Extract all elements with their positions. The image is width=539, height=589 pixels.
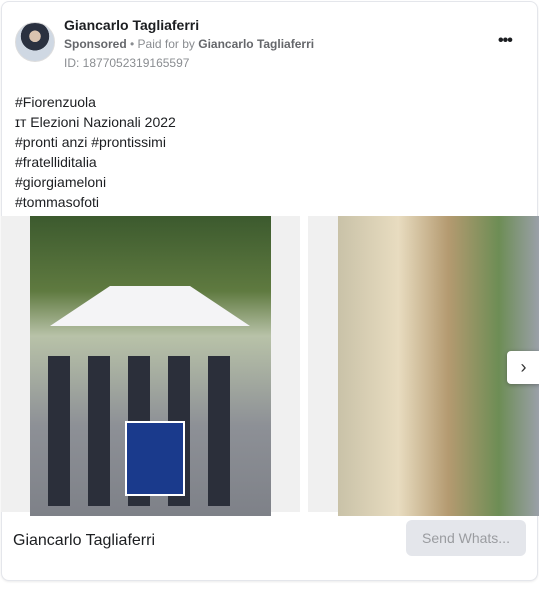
paid-prefix: • Paid for by [126,37,199,51]
body-line: #tommasofoti [15,194,100,210]
ad-body: #Fiorenzuola ɪᴛ Elezioni Nazionali 2022 … [15,92,176,212]
booth [125,421,185,496]
footer-page-name: Giancarlo Tagliaferri [13,532,155,549]
paid-by: Giancarlo Tagliaferri [198,37,315,51]
tent [50,286,250,326]
sponsored-line: Sponsored • Paid for by Giancarlo Taglia… [64,37,314,51]
body-line: #pronti anzi #prontissimi [15,134,166,150]
campaign-booth-photo[interactable] [30,216,271,516]
body-line: #Fiorenzuola [15,94,96,110]
sponsored-label: Sponsored [64,37,127,51]
avatar[interactable] [15,22,55,62]
ad-id: ID: 1877052319165597 [64,56,190,70]
body-line: #fratelliditalia [15,154,97,170]
body-line: #giorgiameloni [15,174,107,190]
page-name[interactable]: Giancarlo Tagliaferri [64,17,199,33]
body-line: ɪᴛ Elezioni Nazionali 2022 [15,114,176,130]
carousel-next-button[interactable]: › [507,351,539,384]
more-options-icon[interactable]: ••• [498,32,513,50]
send-whatsapp-button[interactable]: Send Whats... [406,520,526,556]
